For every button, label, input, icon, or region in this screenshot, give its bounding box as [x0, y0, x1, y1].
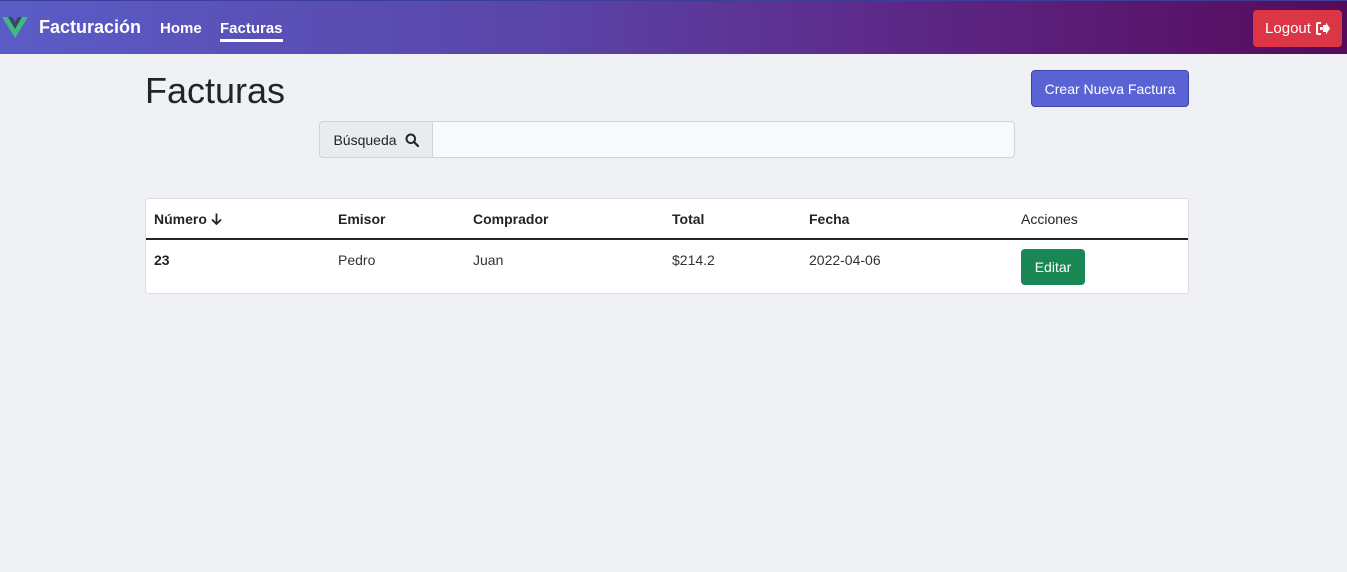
cell-comprador: Juan — [473, 252, 504, 268]
navbar: Facturación Home Facturas Logout — [0, 0, 1347, 54]
page-title: Facturas — [145, 70, 286, 111]
logout-button[interactable]: Logout — [1253, 10, 1342, 47]
vue-logo-icon[interactable] — [2, 15, 28, 39]
edit-button[interactable]: Editar — [1021, 249, 1085, 285]
column-header-emisor: Emisor — [338, 211, 386, 227]
search-group: Búsqueda — [319, 121, 1015, 158]
column-header-acciones: Acciones — [1021, 211, 1078, 227]
search-input[interactable] — [432, 121, 1015, 158]
cell-emisor: Pedro — [338, 252, 376, 268]
nav-link-facturas[interactable]: Facturas — [220, 20, 283, 42]
column-header-label: Número — [154, 211, 207, 227]
brand-name[interactable]: Facturación — [39, 17, 141, 38]
cell-numero: 23 — [154, 252, 170, 268]
arrow-down-icon — [211, 213, 222, 226]
cell-total: $214.2 — [672, 252, 715, 268]
column-header-comprador: Comprador — [473, 211, 549, 227]
nav-link-home[interactable]: Home — [160, 20, 202, 39]
logout-label: Logout — [1265, 20, 1311, 37]
create-invoice-button[interactable]: Crear Nueva Factura — [1031, 70, 1189, 107]
cell-fecha: 2022-04-06 — [809, 252, 881, 268]
invoices-table: Número Emisor Comprador Total Fecha Acci… — [145, 198, 1189, 294]
table-header: Número Emisor Comprador Total Fecha Acci… — [146, 199, 1188, 240]
search-addon: Búsqueda — [319, 121, 432, 158]
search-icon — [405, 133, 419, 147]
column-header-fecha: Fecha — [809, 211, 850, 227]
sign-out-icon — [1315, 22, 1330, 35]
search-label: Búsqueda — [333, 131, 397, 148]
column-header-total: Total — [672, 211, 705, 227]
column-header-numero[interactable]: Número — [154, 211, 222, 227]
